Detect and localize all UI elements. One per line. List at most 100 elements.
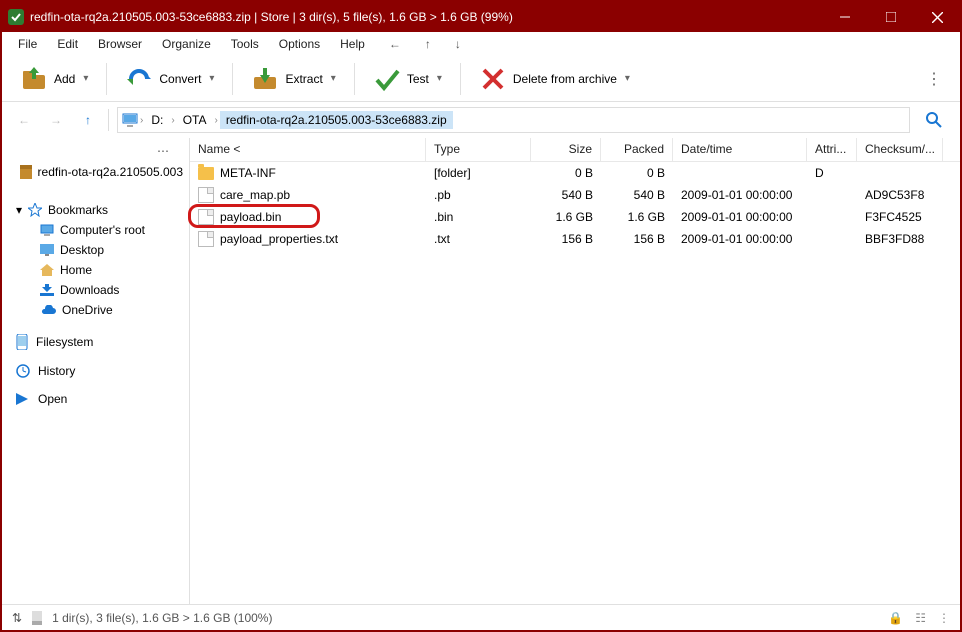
sidebar-item-home[interactable]: Home [2,260,189,280]
separator [354,63,355,95]
cell-size: 540 B [531,186,601,204]
col-checksum[interactable]: Checksum/... [857,138,943,161]
chevron-right-icon: › [171,115,174,126]
test-button[interactable]: Test▾ [363,61,452,97]
crumb-folder[interactable]: OTA [177,111,213,129]
star-icon [28,203,42,217]
play-icon [16,393,30,405]
minimize-button[interactable] [822,2,868,32]
file-name: payload_properties.txt [220,232,338,246]
sidebar-bookmarks[interactable]: ▾ Bookmarks [2,200,189,220]
sidebar-archive-node[interactable]: redfin-ota-rq2a.210505.003 [2,162,189,182]
delete-icon [479,65,507,93]
menu-tools[interactable]: Tools [223,35,267,53]
file-name: payload.bin [220,210,281,224]
cell-check: AD9C53F8 [857,186,943,204]
title-bar: redfin-ota-rq2a.210505.003-53ce6883.zip … [2,2,960,32]
toolbar-overflow-icon[interactable]: ⋮ [916,69,952,89]
cell-attr [807,193,857,197]
folder-icon [198,167,214,180]
chevron-down-icon[interactable]: ▾ [437,73,442,84]
home-icon [40,264,54,276]
file-icon [198,209,214,225]
status-text: 1 dir(s), 3 file(s), 1.6 GB > 1.6 GB (10… [52,611,272,625]
separator [108,109,109,131]
col-type[interactable]: Type [426,138,531,161]
archive-icon [20,165,32,179]
close-button[interactable] [914,2,960,32]
sidebar-open[interactable]: Open [2,392,189,406]
file-list: META-INF[folder]0 B0 BDcare_map.pb.pb540… [190,162,960,604]
table-row[interactable]: care_map.pb.pb540 B540 B2009-01-01 00:00… [190,184,960,206]
chevron-down-icon[interactable]: ▾ [209,73,214,84]
menu-file[interactable]: File [10,35,45,53]
toolbar: Add▾ Convert▾ Extract▾ Test▾ Delete from… [2,56,960,102]
menu-browser[interactable]: Browser [90,35,150,53]
add-button[interactable]: Add▾ [10,61,98,97]
nav-back-button[interactable]: ← [12,108,36,132]
menu-options[interactable]: Options [271,35,328,53]
col-size[interactable]: Size [531,138,601,161]
separator [460,63,461,95]
extract-icon [251,65,279,93]
lock-icon[interactable]: 🔒 [888,611,903,625]
cell-type: .bin [426,208,531,226]
cell-check: BBF3FD88 [857,230,943,248]
cell-attr [807,215,857,219]
sidebar-item-desktop[interactable]: Desktop [2,240,189,260]
chevron-down-icon[interactable]: ▾ [331,73,336,84]
sidebar-item-onedrive[interactable]: OneDrive [2,300,189,320]
clock-icon [16,364,30,378]
nav-bar: ← → ↑ › D: › OTA › redfin-ota-rq2a.21050… [2,102,960,138]
computer-icon [40,224,54,236]
expand-icon[interactable]: ▾ [16,203,22,217]
search-button[interactable] [918,112,950,128]
convert-button[interactable]: Convert▾ [115,61,224,97]
phone-icon [16,334,28,350]
cell-packed: 540 B [601,186,673,204]
chevron-right-icon: › [140,115,143,126]
menu-arrow-left-icon[interactable]: ← [381,35,409,53]
col-date[interactable]: Date/time [673,138,807,161]
table-row[interactable]: META-INF[folder]0 B0 BD [190,162,960,184]
cloud-icon [40,305,56,315]
crumb-drive[interactable]: D: [145,111,169,129]
maximize-button[interactable] [868,2,914,32]
sidebar-item-computers-root[interactable]: Computer's root [2,220,189,240]
table-row[interactable]: payload.bin.bin1.6 GB1.6 GB2009-01-01 00… [190,206,960,228]
menu-icon[interactable]: ⋮ [938,611,950,625]
chevron-right-icon: › [214,115,217,126]
table-row[interactable]: payload_properties.txt.txt156 B156 B2009… [190,228,960,250]
nav-up-button[interactable]: ↑ [76,108,100,132]
col-packed[interactable]: Packed [601,138,673,161]
cell-date: 2009-01-01 00:00:00 [673,208,807,226]
menu-arrow-up-icon[interactable]: ↑ [417,35,439,53]
sidebar-filesystem[interactable]: Filesystem [2,334,189,350]
computer-icon [122,113,138,127]
sidebar-history[interactable]: History [2,364,189,378]
file-name: META-INF [220,166,276,180]
col-name[interactable]: Name < [190,138,426,161]
sync-icon[interactable]: ⇅ [12,611,22,625]
cell-check [857,171,943,175]
sidebar-item-downloads[interactable]: Downloads [2,280,189,300]
menu-arrow-down-icon[interactable]: ↓ [447,35,469,53]
desktop-icon [40,244,54,256]
cell-date: 2009-01-01 00:00:00 [673,230,807,248]
extract-button[interactable]: Extract▾ [241,61,345,97]
test-icon [373,65,401,93]
breadcrumb[interactable]: › D: › OTA › redfin-ota-rq2a.210505.003-… [117,107,910,133]
view-icon[interactable]: ☷ [915,611,926,625]
menu-help[interactable]: Help [332,35,373,53]
crumb-archive[interactable]: redfin-ota-rq2a.210505.003-53ce6883.zip [220,111,453,129]
status-bar: ⇅ 1 dir(s), 3 file(s), 1.6 GB > 1.6 GB (… [2,604,960,630]
col-attr[interactable]: Attri... [807,138,857,161]
sidebar-overflow-icon[interactable]: ⋯ [2,144,189,162]
chevron-down-icon[interactable]: ▾ [83,73,88,84]
chevron-down-icon[interactable]: ▾ [625,73,630,84]
menu-edit[interactable]: Edit [49,35,86,53]
file-icon [198,187,214,203]
nav-forward-button[interactable]: → [44,108,68,132]
menu-organize[interactable]: Organize [154,35,219,53]
delete-button[interactable]: Delete from archive▾ [469,61,640,97]
